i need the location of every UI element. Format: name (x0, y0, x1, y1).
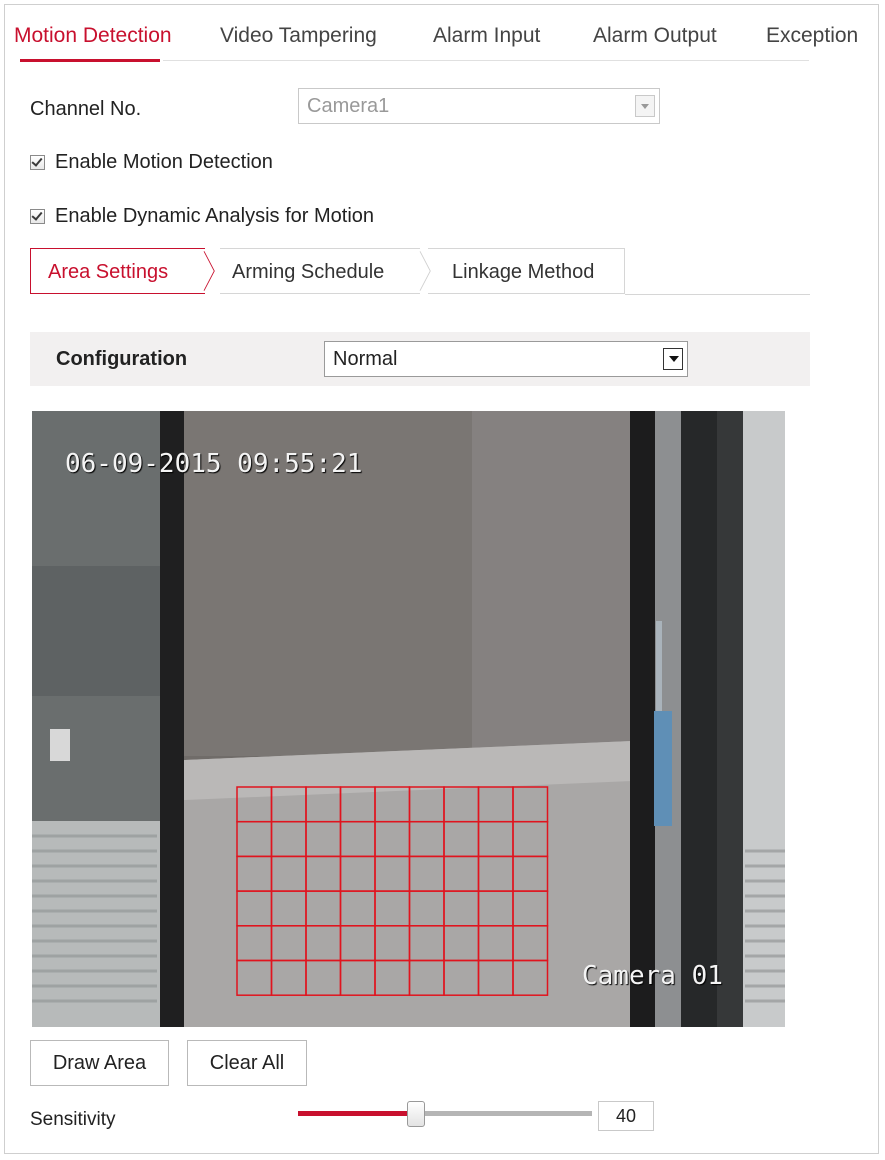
motion-grid-cell[interactable] (236, 925, 273, 962)
motion-grid-cell[interactable] (270, 820, 307, 858)
tab-arming-schedule[interactable]: Arming Schedule (220, 248, 420, 294)
motion-grid-cell[interactable] (512, 786, 549, 823)
enable-motion-detection-checkbox[interactable] (30, 154, 45, 170)
sensitivity-label: Sensitivity (30, 1109, 116, 1130)
motion-grid-cell[interactable] (270, 855, 307, 892)
motion-grid-cell[interactable] (236, 855, 273, 892)
channel-label: Channel No. (30, 98, 142, 120)
motion-grid-cell[interactable] (512, 925, 549, 962)
motion-grid-cell[interactable] (339, 890, 376, 927)
motion-grid-cell[interactable] (512, 855, 549, 892)
tab-alarm-input[interactable]: Alarm Input (433, 24, 540, 48)
tab-linkage-method[interactable]: Linkage Method (428, 248, 625, 294)
motion-grid-cell[interactable] (236, 890, 273, 927)
motion-grid-cell[interactable] (305, 959, 342, 996)
enable-dynamic-analysis-checkbox[interactable] (30, 208, 45, 224)
motion-grid-cell[interactable] (305, 890, 342, 927)
motion-grid-cell[interactable] (236, 820, 273, 858)
tab-video-tampering[interactable]: Video Tampering (220, 24, 377, 48)
motion-grid-cell[interactable] (374, 890, 411, 927)
configuration-select[interactable]: Normal (324, 341, 688, 377)
motion-grid-cell[interactable] (305, 855, 342, 892)
tab-area-settings[interactable]: Area Settings (30, 248, 205, 294)
motion-grid-cell[interactable] (408, 786, 445, 823)
motion-grid-cell[interactable] (270, 959, 307, 996)
tab-alarm-output[interactable]: Alarm Output (593, 24, 717, 48)
motion-grid-cell[interactable] (443, 820, 480, 858)
motion-grid-cell[interactable] (374, 786, 411, 823)
motion-grid-cell[interactable] (374, 855, 411, 892)
active-tab-indicator (20, 59, 160, 62)
motion-grid-cell[interactable] (374, 959, 411, 996)
motion-grid-cell[interactable] (408, 890, 445, 927)
video-timestamp: 06-09-2015 09:55:21 (65, 449, 363, 479)
motion-grid-cell[interactable] (305, 925, 342, 962)
sensitivity-slider-fill (298, 1111, 416, 1116)
motion-grid-cell[interactable] (443, 890, 480, 927)
motion-grid-cell[interactable] (408, 855, 445, 892)
video-camera-name: Camera 01 (582, 961, 723, 991)
configuration-label: Configuration (56, 348, 188, 370)
chevron-down-icon[interactable] (635, 95, 655, 117)
motion-grid-cell[interactable] (443, 786, 480, 823)
event-tabs: Motion Detection Video Tampering Alarm I… (0, 0, 880, 62)
motion-grid-cell[interactable] (305, 820, 342, 858)
motion-grid-cell[interactable] (374, 820, 411, 858)
motion-grid-cell[interactable] (443, 855, 480, 892)
enable-dynamic-analysis-label: Enable Dynamic Analysis for Motion (55, 204, 375, 227)
tab-chevron-icon (203, 251, 215, 291)
motion-grid-cell[interactable] (408, 959, 445, 996)
live-video-view[interactable]: 06-09-2015 09:55:21 Camera 01 (32, 411, 785, 1027)
motion-grid-cell[interactable] (477, 786, 514, 823)
motion-grid-cell[interactable] (339, 786, 376, 823)
tab-arming-schedule-label: Arming Schedule (232, 261, 385, 283)
configuration-select-value: Normal (333, 348, 398, 370)
motion-grid-cell[interactable] (477, 959, 514, 996)
motion-grid-cell[interactable] (236, 959, 273, 996)
tab-linkage-method-label: Linkage Method (452, 261, 595, 283)
enable-dynamic-analysis-row[interactable]: Enable Dynamic Analysis for Motion (30, 204, 374, 228)
motion-grid-cell[interactable] (408, 925, 445, 962)
motion-grid-cell[interactable] (477, 890, 514, 927)
chevron-down-icon[interactable] (663, 348, 683, 370)
tab-divider (163, 60, 809, 61)
motion-grid-cell[interactable] (236, 786, 273, 823)
channel-select[interactable]: Camera1 (298, 88, 660, 124)
motion-grid-cell[interactable] (374, 925, 411, 962)
draw-area-button[interactable]: Draw Area (30, 1040, 169, 1086)
motion-grid-cell[interactable] (305, 786, 342, 823)
motion-grid-cell[interactable] (408, 820, 445, 858)
motion-grid-cell[interactable] (270, 786, 307, 823)
tab-area-settings-label: Area Settings (48, 261, 169, 283)
motion-detection-grid[interactable] (32, 411, 785, 1027)
motion-grid-cell[interactable] (339, 925, 376, 962)
motion-grid-cell[interactable] (477, 855, 514, 892)
motion-grid-cell[interactable] (443, 925, 480, 962)
motion-grid-cell[interactable] (477, 820, 514, 858)
tab-exception[interactable]: Exception (766, 24, 858, 48)
motion-grid-cell[interactable] (270, 890, 307, 927)
motion-grid-cell[interactable] (512, 820, 549, 858)
channel-select-value: Camera1 (307, 95, 390, 117)
motion-grid-cell[interactable] (477, 925, 514, 962)
motion-grid-cell[interactable] (443, 959, 480, 996)
motion-sub-tabs: Area Settings Arming Schedule Linkage Me… (30, 248, 810, 296)
motion-grid-cell[interactable] (270, 925, 307, 962)
motion-grid-cell[interactable] (339, 820, 376, 858)
sensitivity-slider-handle[interactable] (406, 1101, 425, 1127)
clear-all-button[interactable]: Clear All (187, 1040, 307, 1086)
motion-grid-cell[interactable] (339, 959, 376, 996)
motion-grid-cell[interactable] (512, 959, 549, 996)
enable-motion-detection-label: Enable Motion Detection (55, 150, 273, 173)
sensitivity-value: 40 (598, 1101, 654, 1131)
configuration-bar: Configuration Normal (30, 332, 810, 386)
sub-tab-divider (625, 294, 810, 295)
motion-grid-cell[interactable] (512, 890, 549, 927)
motion-grid-cell[interactable] (339, 855, 376, 892)
enable-motion-detection-row[interactable]: Enable Motion Detection (30, 150, 273, 174)
tab-motion-detection[interactable]: Motion Detection (14, 24, 172, 48)
sensitivity-slider-track[interactable] (298, 1111, 592, 1116)
